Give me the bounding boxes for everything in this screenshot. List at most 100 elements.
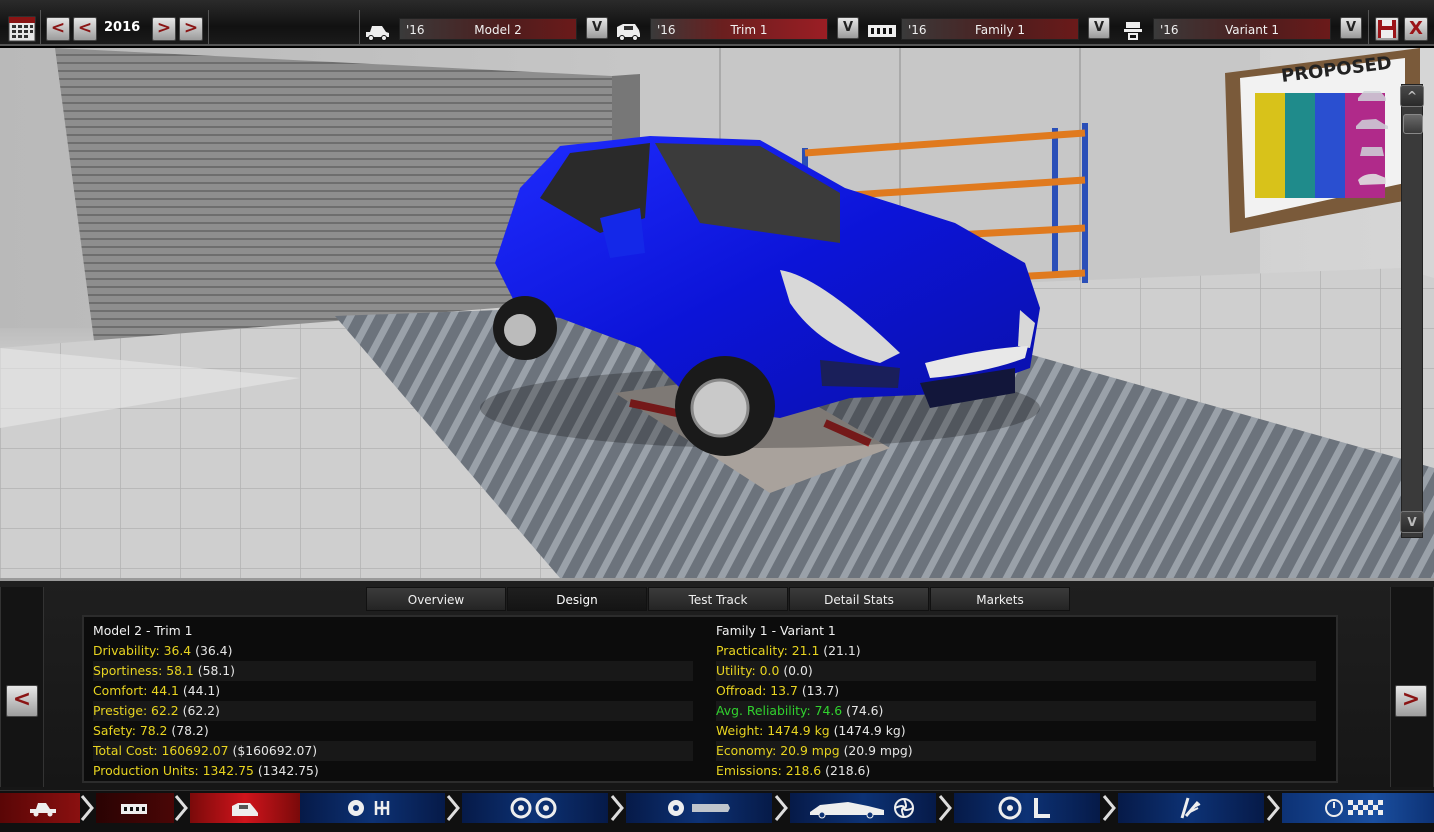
stage-wheels[interactable] <box>462 793 608 823</box>
stage-engine[interactable] <box>300 793 445 823</box>
prev-year-fast-button[interactable]: < <box>46 17 70 41</box>
camera-view-rear-icon[interactable] <box>1354 142 1390 160</box>
stage-body[interactable] <box>190 793 300 823</box>
next-year-fast-button[interactable]: > <box>179 17 203 41</box>
camera-view-side-icon[interactable] <box>1354 114 1390 132</box>
tab-design[interactable]: Design <box>507 587 647 611</box>
stat-value: (20.9 mpg) <box>843 743 913 758</box>
model-dropdown-button[interactable]: V <box>586 17 608 39</box>
tab-overview[interactable]: Overview <box>366 587 506 611</box>
stat-row: Practicality: 21.1 (21.1) <box>716 641 1316 661</box>
stage-interior[interactable] <box>954 793 1100 823</box>
stat-value: (58.1) <box>197 663 236 678</box>
stat-row: Economy: 20.9 mpg (20.9 mpg) <box>716 741 1316 761</box>
divider <box>40 10 41 46</box>
engine-stats-column: Family 1 - Variant 1 Practicality: 21.1 … <box>716 621 1316 781</box>
frame-icon <box>121 804 147 814</box>
engine-family-icon <box>868 25 896 37</box>
engine-gearbox-icon <box>348 800 390 816</box>
stage-aero[interactable] <box>790 793 936 823</box>
stat-label: Comfort: 44.1 <box>93 683 179 698</box>
car-model-icon <box>366 26 389 41</box>
family-dropdown-button[interactable]: V <box>1088 17 1110 39</box>
variant-selector[interactable]: '16 Variant 1 <box>1153 18 1331 40</box>
save-icon <box>1378 20 1396 38</box>
chevron-right-icon <box>80 795 94 821</box>
aero-cooling-icon <box>810 798 914 819</box>
stat-row: Utility: 0.0 (0.0) <box>716 661 1316 681</box>
stat-label: Practicality: 21.1 <box>716 643 820 658</box>
stat-row: Production Units: 1342.75 (1342.75) <box>93 761 693 781</box>
next-year-button[interactable]: > <box>152 17 176 41</box>
tab-detail-stats[interactable]: Detail Stats <box>789 587 929 611</box>
stat-label: Utility: 0.0 <box>716 663 780 678</box>
testing-flag-icon <box>1325 799 1383 817</box>
stage-chassis[interactable] <box>0 793 80 823</box>
chevron-right-icon <box>446 795 460 821</box>
stat-row: Offroad: 13.7 (13.7) <box>716 681 1316 701</box>
year-display: 2016 <box>104 20 141 35</box>
tab-test-track[interactable]: Test Track <box>648 587 788 611</box>
stat-value: (0.0) <box>783 663 813 678</box>
stage-frame[interactable] <box>96 793 174 823</box>
camera-view-top-icon[interactable] <box>1354 170 1390 188</box>
chevron-right-icon <box>938 795 952 821</box>
camera-view-front-icon[interactable] <box>1354 86 1390 104</box>
stage-tires[interactable] <box>626 793 772 823</box>
garage-scene: PROPOSED <box>0 48 1434 578</box>
engine-variant-icon <box>1124 22 1142 40</box>
chevron-right-icon <box>1102 795 1116 821</box>
prev-year-button[interactable]: < <box>73 17 97 41</box>
view-scrollbar-track[interactable] <box>1401 84 1423 538</box>
stat-value: (78.2) <box>171 723 209 738</box>
scrollbar-thumb[interactable] <box>1403 114 1423 134</box>
chevron-right-icon <box>610 795 624 821</box>
panel-tabs: Overview Design Test Track Detail Stats … <box>366 587 1071 611</box>
suspension-icon <box>1180 797 1201 819</box>
stage-testing[interactable] <box>1282 793 1434 823</box>
stat-label: Weight: 1474.9 kg <box>716 723 830 738</box>
variant-name: Variant 1 <box>1224 23 1279 37</box>
stat-value: (1474.9 kg) <box>833 723 906 738</box>
stat-value: ($160692.07) <box>232 743 318 758</box>
interior-icon <box>998 796 1050 820</box>
stat-label-highlighted: Avg. Reliability: 74.6 <box>716 703 843 718</box>
prev-panel-button[interactable]: < <box>6 685 38 717</box>
stat-label: Offroad: 13.7 <box>716 683 798 698</box>
variant-dropdown-button[interactable]: V <box>1340 17 1362 39</box>
save-button[interactable] <box>1375 17 1399 41</box>
stat-value: (218.6) <box>825 763 871 778</box>
stats-table: Model 2 - Trim 1 Drivability: 36.4 (36.4… <box>82 615 1338 783</box>
stat-label: Safety: 78.2 <box>93 723 168 738</box>
close-button[interactable]: X <box>1404 17 1428 41</box>
stat-label: Drivability: 36.4 <box>93 643 192 658</box>
divider <box>208 10 209 46</box>
family-name: Family 1 <box>974 23 1026 37</box>
model-name: Model 2 <box>474 23 522 37</box>
trim-year: '16 <box>657 23 676 37</box>
divider <box>1368 10 1369 46</box>
stat-row: Drivability: 36.4 (36.4) <box>93 641 693 661</box>
scroll-up-button[interactable]: ^ <box>1400 85 1424 107</box>
stat-row: Safety: 78.2 (78.2) <box>93 721 693 741</box>
stat-label: Emissions: 218.6 <box>716 763 822 778</box>
scroll-down-button[interactable]: V <box>1400 511 1424 533</box>
car-3d-viewport[interactable]: PROPOSED ^ V <box>0 48 1434 578</box>
stat-value: (13.7) <box>801 683 840 698</box>
stat-value: (1342.75) <box>257 763 319 778</box>
stage-suspension[interactable] <box>1118 793 1264 823</box>
stat-label: Sportiness: 58.1 <box>93 663 194 678</box>
stat-label: Total Cost: 160692.07 <box>93 743 229 758</box>
trim-dropdown-button[interactable]: V <box>837 17 859 39</box>
stats-panel: < > Overview Design Test Track Detail St… <box>0 578 1434 790</box>
calendar-icon[interactable] <box>8 16 36 42</box>
stat-value: (74.6) <box>846 703 884 718</box>
model-selector[interactable]: '16 Model 2 <box>399 18 577 40</box>
stat-row: Avg. Reliability: 74.6 (74.6) <box>716 701 1316 721</box>
trim-selector[interactable]: '16 Trim 1 <box>650 18 828 40</box>
stat-value: (62.2) <box>182 703 220 718</box>
family-selector[interactable]: '16 Family 1 <box>901 18 1079 40</box>
tab-markets[interactable]: Markets <box>930 587 1070 611</box>
next-panel-button[interactable]: > <box>1395 685 1427 717</box>
chevron-right-icon <box>174 795 188 821</box>
